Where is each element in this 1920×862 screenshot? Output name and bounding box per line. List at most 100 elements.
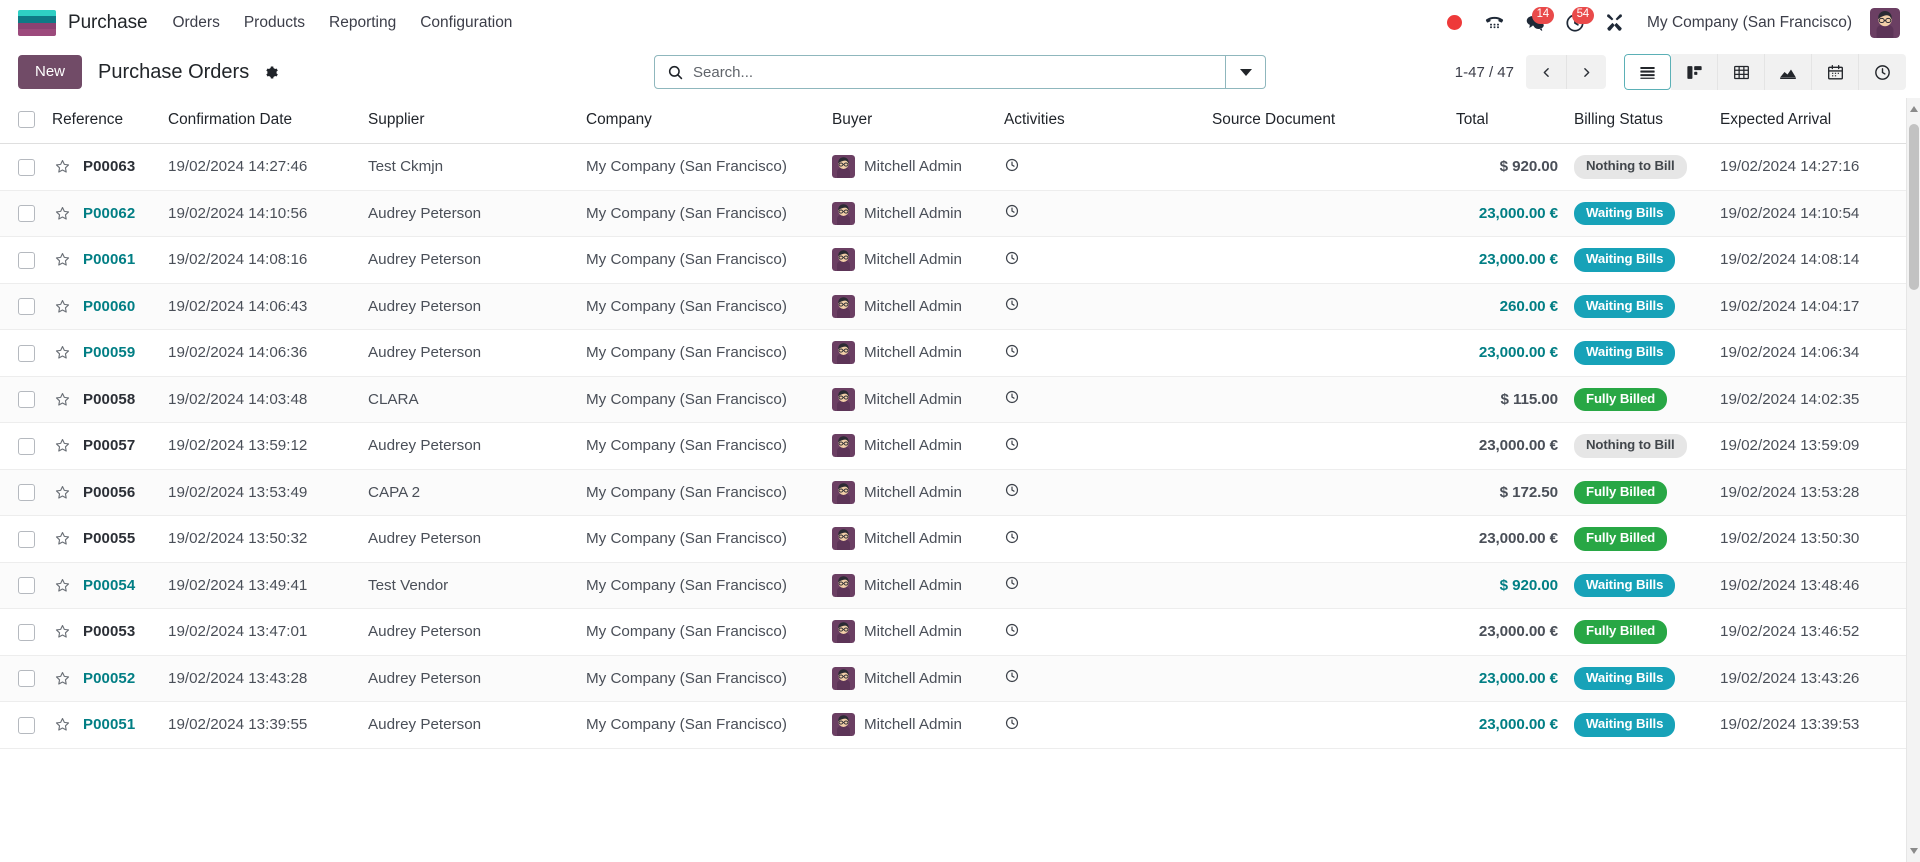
cell-company[interactable]: My Company (San Francisco) xyxy=(578,562,824,610)
cell-buyer[interactable]: Mitchell Admin xyxy=(824,190,996,238)
favorite-star-icon[interactable] xyxy=(54,437,71,454)
cell-source-document[interactable] xyxy=(1204,422,1448,470)
row-checkbox[interactable] xyxy=(18,670,35,688)
cell-supplier[interactable]: Audrey Peterson xyxy=(360,329,578,377)
scrollbar-thumb[interactable] xyxy=(1909,124,1919,290)
table-row[interactable]: P00059 19/02/2024 14:06:36 Audrey Peterson… xyxy=(0,329,1920,377)
cell-activities[interactable] xyxy=(996,190,1204,238)
list-view-button[interactable] xyxy=(1624,54,1671,90)
cell-billing-status[interactable]: Fully Billed xyxy=(1566,376,1712,424)
phone-voip-icon[interactable] xyxy=(1477,6,1513,40)
table-row[interactable]: P00051 19/02/2024 13:39:55 Audrey Peterson… xyxy=(0,701,1920,749)
cell-company[interactable]: My Company (San Francisco) xyxy=(578,469,824,517)
cell-reference[interactable]: P00053 xyxy=(44,608,160,656)
cell-reference[interactable]: P00057 xyxy=(44,422,160,470)
cell-reference[interactable]: P00060 xyxy=(44,283,160,331)
cell-expected-arrival[interactable]: 19/02/2024 13:46:52 xyxy=(1712,608,1908,656)
cell-expected-arrival[interactable]: 19/02/2024 13:53:28 xyxy=(1712,469,1908,517)
cell-confirmation-date[interactable]: 19/02/2024 14:27:46 xyxy=(160,143,360,191)
cell-source-document[interactable] xyxy=(1204,143,1448,191)
favorite-star-icon[interactable] xyxy=(54,484,71,501)
cell-total[interactable]: 23,000.00 € xyxy=(1448,190,1566,238)
cell-total[interactable]: $ 115.00 xyxy=(1448,376,1566,424)
cell-total[interactable]: 23,000.00 € xyxy=(1448,236,1566,284)
new-button[interactable]: New xyxy=(18,55,83,89)
cell-total[interactable]: 260.00 € xyxy=(1448,283,1566,331)
cell-confirmation-date[interactable]: 19/02/2024 14:10:56 xyxy=(160,190,360,238)
table-row[interactable]: P00058 19/02/2024 14:03:48 CLARA My Company… xyxy=(0,376,1920,424)
table-row[interactable]: P00060 19/02/2024 14:06:43 Audrey Peterson… xyxy=(0,283,1920,331)
cell-activities[interactable] xyxy=(996,283,1204,331)
table-row[interactable]: P00052 19/02/2024 13:43:28 Audrey Peterson… xyxy=(0,655,1920,703)
activity-view-button[interactable] xyxy=(1859,54,1906,90)
cell-total[interactable]: 23,000.00 € xyxy=(1448,701,1566,749)
cell-buyer[interactable]: Mitchell Admin xyxy=(824,515,996,563)
brand[interactable]: Purchase xyxy=(18,9,155,36)
cell-expected-arrival[interactable]: 19/02/2024 13:50:30 xyxy=(1712,515,1908,563)
favorite-star-icon[interactable] xyxy=(54,205,71,222)
cell-company[interactable]: My Company (San Francisco) xyxy=(578,608,824,656)
cell-activities[interactable] xyxy=(996,422,1204,470)
cell-reference[interactable]: P00051 xyxy=(44,701,160,749)
user-avatar[interactable] xyxy=(1870,7,1900,38)
cell-supplier[interactable]: Audrey Peterson xyxy=(360,236,578,284)
table-row[interactable]: P00055 19/02/2024 13:50:32 Audrey Peterson… xyxy=(0,515,1920,563)
cell-company[interactable]: My Company (San Francisco) xyxy=(578,329,824,377)
cell-billing-status[interactable]: Waiting Bills xyxy=(1566,329,1712,377)
cell-activities[interactable] xyxy=(996,655,1204,703)
cell-confirmation-date[interactable]: 19/02/2024 14:06:36 xyxy=(160,329,360,377)
vertical-scrollbar[interactable] xyxy=(1906,98,1920,862)
cell-reference[interactable]: P00062 xyxy=(44,190,160,238)
cell-reference[interactable]: P00058 xyxy=(44,376,160,424)
cell-confirmation-date[interactable]: 19/02/2024 14:06:43 xyxy=(160,283,360,331)
scroll-down-arrow-icon[interactable] xyxy=(1910,848,1918,854)
cell-confirmation-date[interactable]: 19/02/2024 13:47:01 xyxy=(160,608,360,656)
recording-dot-icon[interactable] xyxy=(1437,6,1473,40)
cell-source-document[interactable] xyxy=(1204,329,1448,377)
header-reference[interactable]: Reference xyxy=(44,98,160,144)
row-checkbox[interactable] xyxy=(18,577,35,595)
cell-buyer[interactable]: Mitchell Admin xyxy=(824,422,996,470)
pager-count[interactable]: 1-47 / 47 xyxy=(1455,64,1514,81)
activity-clock-icon[interactable] xyxy=(1004,203,1020,219)
row-checkbox[interactable] xyxy=(18,391,35,409)
favorite-star-icon[interactable] xyxy=(54,623,71,640)
favorite-star-icon[interactable] xyxy=(54,670,71,687)
cell-company[interactable]: My Company (San Francisco) xyxy=(578,701,824,749)
cell-activities[interactable] xyxy=(996,515,1204,563)
cell-expected-arrival[interactable]: 19/02/2024 14:27:16 xyxy=(1712,143,1908,191)
cell-supplier[interactable]: Audrey Peterson xyxy=(360,608,578,656)
cell-source-document[interactable] xyxy=(1204,608,1448,656)
menu-item-reporting[interactable]: Reporting xyxy=(318,8,407,38)
cell-source-document[interactable] xyxy=(1204,376,1448,424)
company-switcher[interactable]: My Company (San Francisco) xyxy=(1637,8,1862,38)
cell-source-document[interactable] xyxy=(1204,562,1448,610)
favorite-star-icon[interactable] xyxy=(54,251,71,268)
cell-expected-arrival[interactable]: 19/02/2024 13:39:53 xyxy=(1712,701,1908,749)
cell-source-document[interactable] xyxy=(1204,655,1448,703)
cell-expected-arrival[interactable]: 19/02/2024 14:04:17 xyxy=(1712,283,1908,331)
calendar-view-button[interactable] xyxy=(1812,54,1859,90)
cell-billing-status[interactable]: Waiting Bills xyxy=(1566,283,1712,331)
header-total[interactable]: Total xyxy=(1448,98,1566,144)
cell-activities[interactable] xyxy=(996,376,1204,424)
tools-wrench-icon[interactable] xyxy=(1597,6,1633,40)
row-checkbox[interactable] xyxy=(18,484,35,502)
cell-activities[interactable] xyxy=(996,143,1204,191)
header-expected-arrival[interactable]: Expected Arrival xyxy=(1712,98,1908,144)
cell-expected-arrival[interactable]: 19/02/2024 13:59:09 xyxy=(1712,422,1908,470)
cell-total[interactable]: 23,000.00 € xyxy=(1448,329,1566,377)
activity-clock-icon[interactable] xyxy=(1004,715,1020,731)
cell-activities[interactable] xyxy=(996,329,1204,377)
cell-billing-status[interactable]: Fully Billed xyxy=(1566,608,1712,656)
header-activities[interactable]: Activities xyxy=(996,98,1204,144)
cell-reference[interactable]: P00059 xyxy=(44,329,160,377)
cell-reference[interactable]: P00056 xyxy=(44,469,160,517)
cell-source-document[interactable] xyxy=(1204,469,1448,517)
cell-confirmation-date[interactable]: 19/02/2024 13:43:28 xyxy=(160,655,360,703)
cell-confirmation-date[interactable]: 19/02/2024 14:08:16 xyxy=(160,236,360,284)
favorite-star-icon[interactable] xyxy=(54,344,71,361)
cell-expected-arrival[interactable]: 19/02/2024 14:08:14 xyxy=(1712,236,1908,284)
table-row[interactable]: P00063 19/02/2024 14:27:46 Test Ckmjn My Co… xyxy=(0,143,1920,191)
cell-confirmation-date[interactable]: 19/02/2024 14:03:48 xyxy=(160,376,360,424)
